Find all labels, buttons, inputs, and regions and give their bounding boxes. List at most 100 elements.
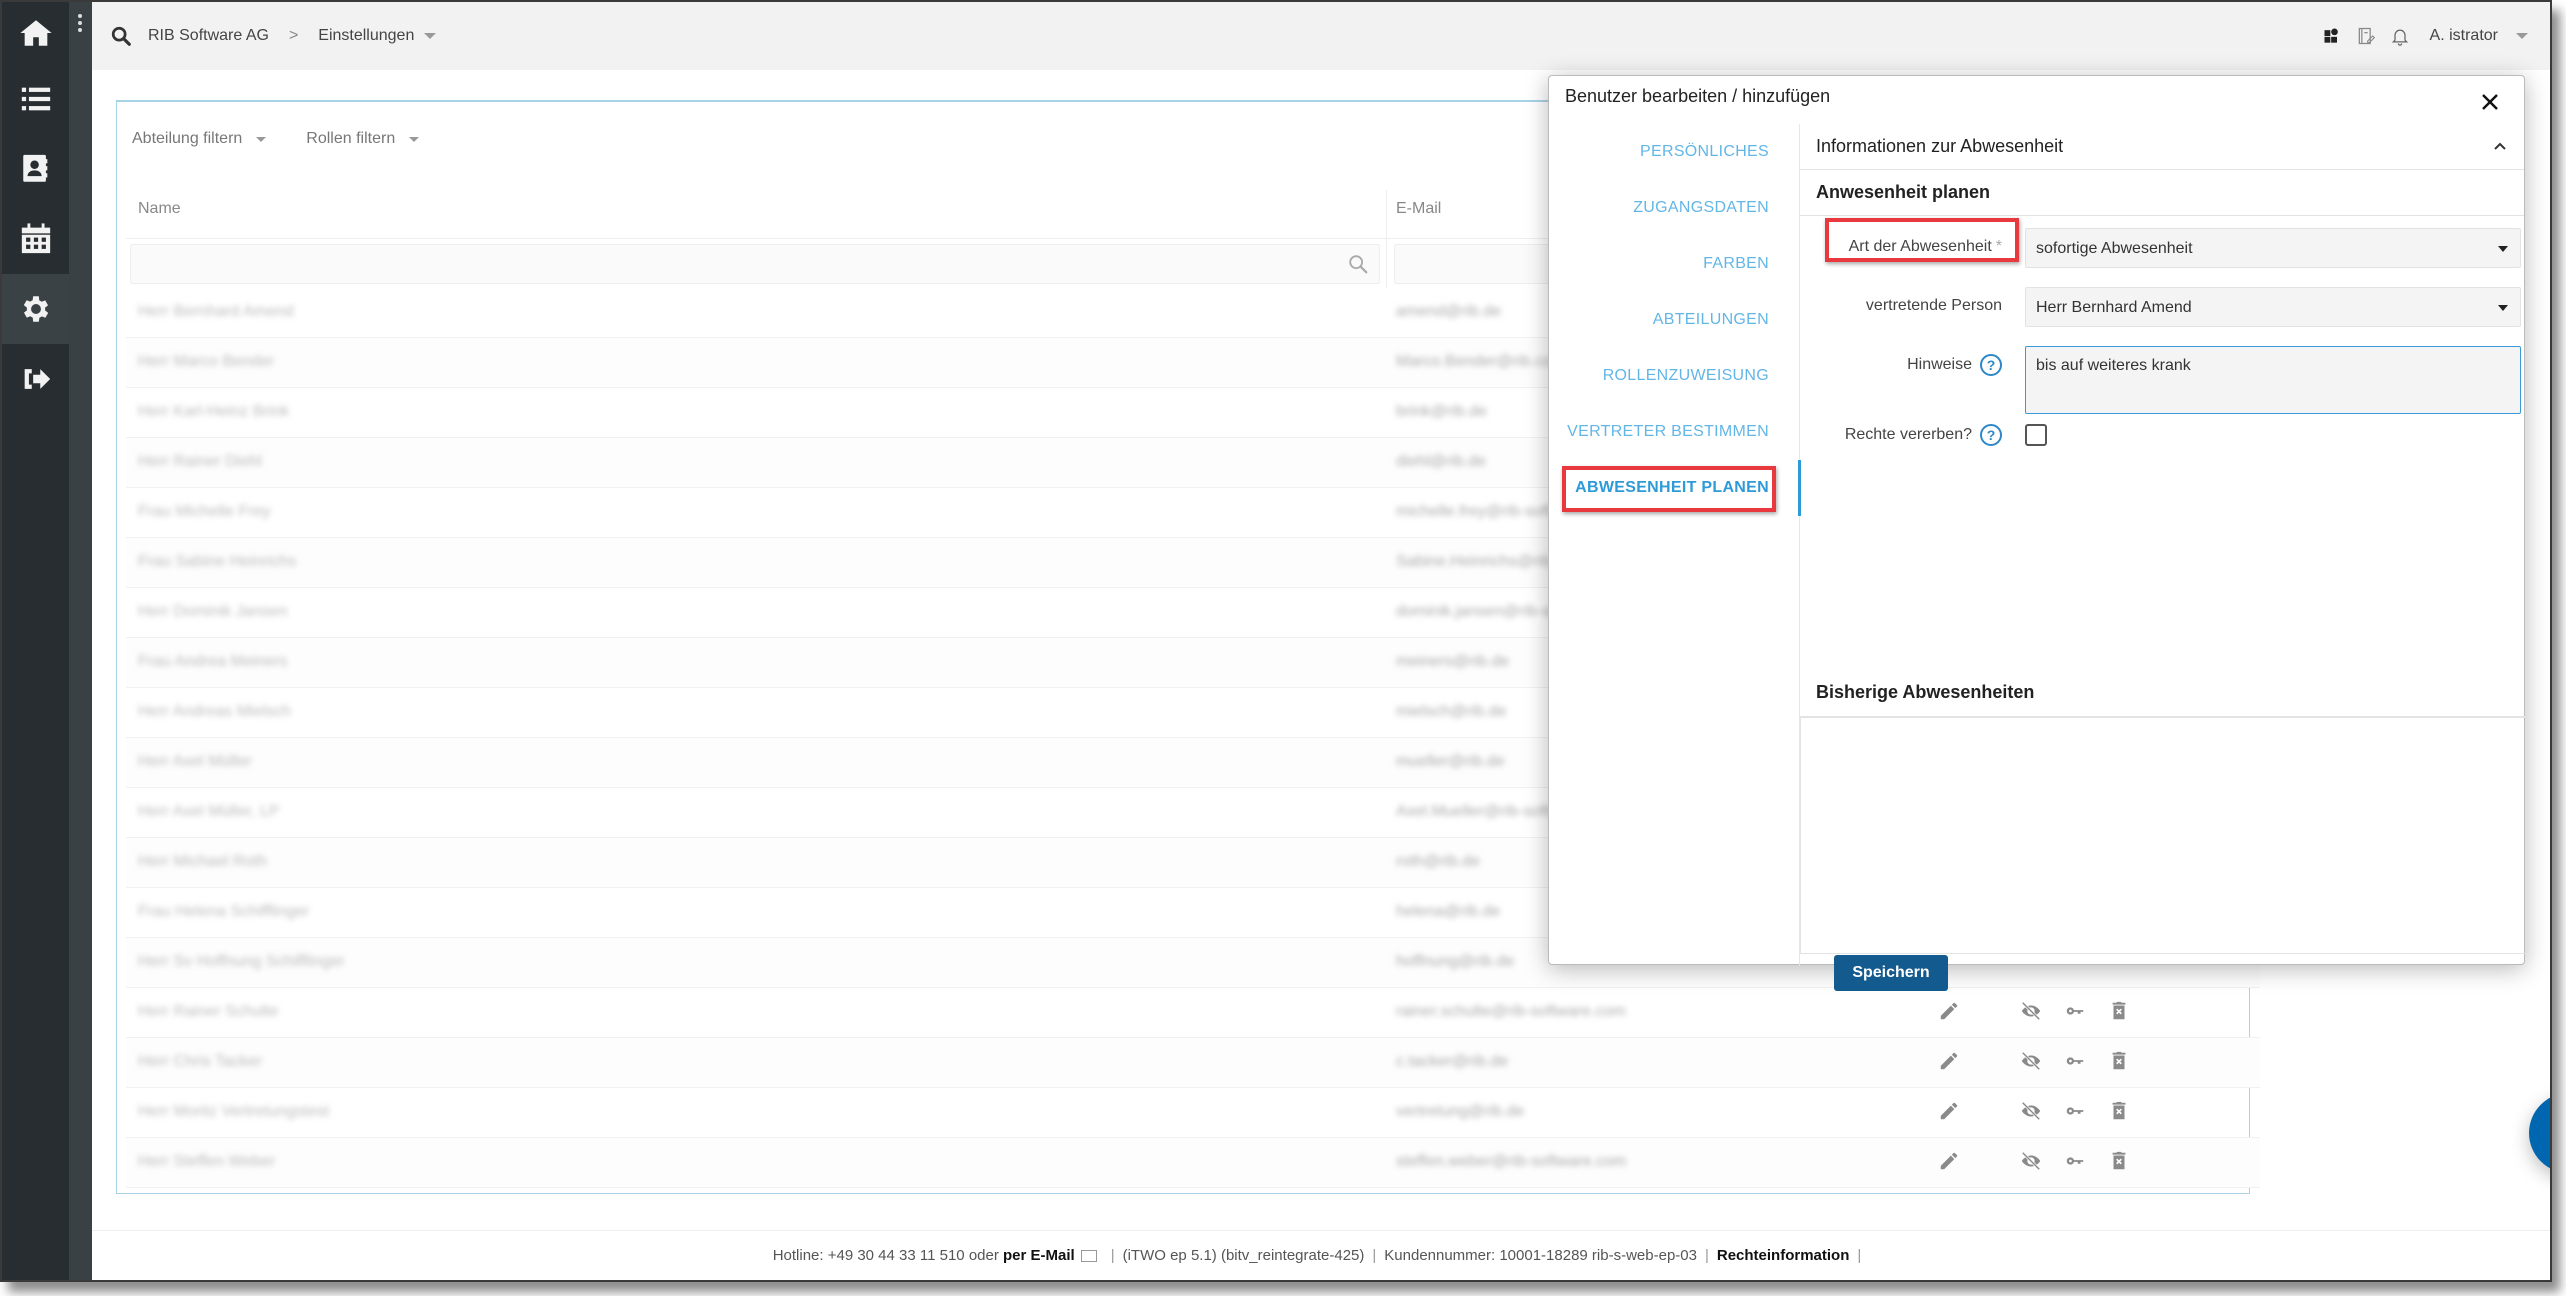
dialog-nav-substitute[interactable]: VERTRETER BESTIMMEN — [1549, 404, 1799, 460]
dialog-nav-personal[interactable]: PERSÖNLICHES — [1549, 124, 1799, 180]
delete-icon[interactable] — [2108, 1100, 2130, 1122]
user-email-cell[interactable]: meiners@rib.de — [1396, 653, 1509, 671]
user-email-cell[interactable]: brink@rib.de — [1396, 403, 1487, 421]
notes-icon[interactable] — [2356, 26, 2376, 46]
dialog-nav-credentials[interactable]: ZUGANGSDATEN — [1549, 180, 1799, 236]
substitute-select[interactable]: Herr Bernhard Amend — [2025, 287, 2521, 327]
save-button[interactable]: Speichern — [1834, 955, 1948, 991]
visibility-off-icon[interactable] — [2020, 1000, 2042, 1022]
absence-type-select[interactable]: sofortige Abwesenheit — [2025, 228, 2521, 268]
chevron-up-icon[interactable] — [2492, 138, 2508, 154]
edit-icon[interactable] — [1938, 1150, 1960, 1172]
user-name-cell: Herr Dominik Jansen — [138, 603, 288, 620]
key-icon[interactable] — [2064, 1150, 2086, 1172]
visibility-off-icon[interactable] — [2020, 1100, 2042, 1122]
user-menu-chevron-icon[interactable] — [2516, 33, 2528, 39]
chat-icon — [2545, 1109, 2552, 1157]
footer-separator: | — [1704, 1247, 1709, 1264]
sidebar-item-home[interactable] — [2, 2, 69, 64]
visibility-off-icon[interactable] — [2020, 1150, 2042, 1172]
user-name-cell: Herr Moritz Vertretungstest — [138, 1103, 330, 1120]
table-row[interactable]: Herr Steffen Weber steffen.weber@rib-soft… — [126, 1138, 2260, 1188]
user-email-cell[interactable]: steffen.weber@rib-software.com — [1396, 1153, 1626, 1171]
breadcrumb-settings[interactable]: Einstellungen — [318, 27, 414, 45]
user-menu[interactable]: A. istrator — [2430, 27, 2498, 45]
edit-icon[interactable] — [1938, 1000, 1960, 1022]
key-icon[interactable] — [2064, 1100, 2086, 1122]
substitute-label: vertretende Person — [1865, 297, 2002, 314]
more-vertical-icon[interactable] — [78, 14, 82, 35]
help-icon[interactable]: ? — [1980, 424, 2002, 446]
key-icon[interactable] — [2064, 1050, 2086, 1072]
key-icon[interactable] — [2064, 1000, 2086, 1022]
dialog-nav-roles[interactable]: ROLLENZUWEISUNG — [1549, 348, 1799, 404]
user-email-cell[interactable]: vertretung@rib.de — [1396, 1103, 1524, 1121]
user-email-cell[interactable]: helena@rib.de — [1396, 903, 1500, 921]
list-icon — [21, 87, 50, 111]
roles-filter-label: Rollen filtern — [306, 130, 396, 147]
delete-icon[interactable] — [2108, 1000, 2130, 1022]
inherit-rights-checkbox[interactable] — [2025, 424, 2047, 446]
user-name-cell: Frau Helena Schifflinger — [138, 903, 310, 920]
user-name-cell: Herr Chris Tacker — [138, 1053, 263, 1070]
table-row[interactable]: Herr Moritz Vertretungstest vertretung@ri… — [126, 1088, 2260, 1138]
table-row[interactable]: Herr Rainer Schulte rainer.schulte@rib-so… — [126, 988, 2260, 1038]
user-email-cell[interactable]: mielsch@rib.de — [1396, 703, 1507, 721]
visibility-off-icon[interactable] — [2020, 1050, 2042, 1072]
absence-info-section-header[interactable]: Informationen zur Abwesenheit — [1800, 124, 2524, 170]
contacts-icon — [22, 154, 47, 182]
logout-icon — [24, 369, 50, 389]
column-header-name[interactable]: Name — [138, 200, 181, 218]
help-icon[interactable]: ? — [1980, 354, 2002, 376]
edit-icon[interactable] — [1938, 1050, 1960, 1072]
notes-textarea[interactable]: bis auf weiteres krank — [2025, 346, 2521, 414]
name-filter-input[interactable] — [130, 244, 1380, 284]
inherit-rights-label-text: Rechte vererben? — [1844, 426, 1972, 443]
user-email-cell[interactable]: mueller@rib.de — [1396, 753, 1505, 771]
sidebar-item-calendar[interactable] — [2, 204, 69, 274]
home-icon — [19, 20, 52, 46]
footer-legal-link[interactable]: Rechteinformation — [1717, 1247, 1850, 1264]
delete-icon[interactable] — [2108, 1150, 2130, 1172]
chevron-down-icon — [256, 136, 267, 142]
user-email-cell[interactable]: c.tacker@rib.de — [1396, 1053, 1508, 1071]
edit-icon[interactable] — [1938, 1100, 1960, 1122]
department-filter[interactable]: Abteilung filtern — [132, 130, 267, 148]
search-icon[interactable] — [110, 25, 132, 47]
chevron-down-icon[interactable] — [424, 33, 437, 39]
sidebar-item-logout[interactable] — [2, 344, 69, 414]
user-email-cell[interactable]: rainer.schulte@rib-software.com — [1396, 1003, 1626, 1021]
mail-icon[interactable] — [1080, 1249, 1097, 1262]
dialog-title: Benutzer bearbeiten / hinzufügen — [1565, 86, 1831, 106]
user-email-cell[interactable]: diehl@rib.de — [1396, 453, 1486, 471]
footer-separator: | — [1372, 1247, 1377, 1264]
previous-absences-title: Bisherige Abwesenheiten — [1816, 682, 2035, 702]
dialog-nav-departments[interactable]: ABTEILUNGEN — [1549, 292, 1799, 348]
bell-icon[interactable] — [2390, 26, 2410, 46]
sidebar-rail[interactable] — [69, 2, 92, 1280]
chat-button[interactable] — [2529, 1093, 2552, 1173]
user-email-cell[interactable]: amend@rib.de — [1396, 303, 1501, 321]
sidebar-item-settings[interactable] — [2, 274, 69, 344]
row-actions — [1938, 1000, 2130, 1022]
row-actions — [1938, 1100, 2130, 1122]
dialog-nav-colors[interactable]: FARBEN — [1549, 236, 1799, 292]
notes-label: Hinweise ? — [1907, 354, 2002, 376]
apps-icon[interactable] — [2322, 26, 2342, 46]
table-row[interactable]: Herr Chris Tacker c.tacker@rib.de — [126, 1038, 2260, 1088]
column-header-email[interactable]: E-Mail — [1396, 200, 1441, 218]
close-icon[interactable] — [2478, 90, 2502, 114]
user-email-cell[interactable]: Marco.Bender@rib.com — [1396, 353, 1565, 371]
sidebar-item-list[interactable] — [2, 64, 69, 134]
breadcrumb-company[interactable]: RIB Software AG — [148, 27, 269, 45]
delete-icon[interactable] — [2108, 1050, 2130, 1072]
roles-filter[interactable]: Rollen filtern — [306, 130, 420, 148]
sidebar-item-contacts[interactable] — [2, 134, 69, 204]
footer-email-link[interactable]: per E-Mail — [1003, 1247, 1075, 1264]
user-email-cell[interactable]: hoffnung@rib.de — [1396, 953, 1514, 971]
absence-type-value: sofortige Abwesenheit — [2036, 240, 2193, 257]
dialog-nav: PERSÖNLICHES ZUGANGSDATEN FARBEN ABTEILU… — [1549, 124, 1799, 516]
footer-customer-number: Kundennummer: 10001-18289 rib-s-web-ep-0… — [1384, 1247, 1697, 1264]
user-name-cell: Herr Rainer Schulte — [138, 1003, 279, 1020]
user-email-cell[interactable]: roth@rib.de — [1396, 853, 1480, 871]
